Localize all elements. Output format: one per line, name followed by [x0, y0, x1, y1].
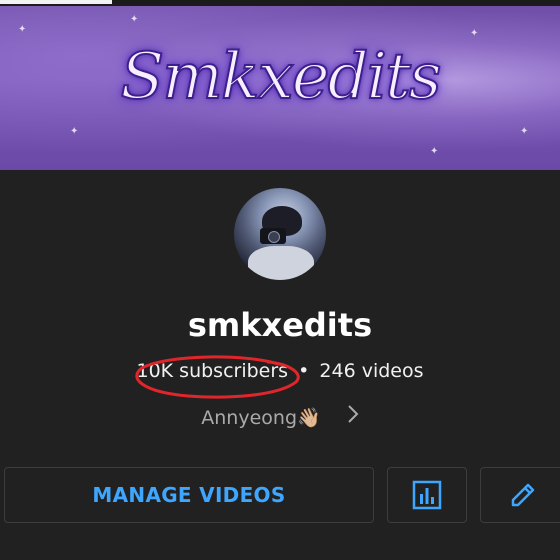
loading-progress-bar [0, 0, 112, 4]
banner-logo-text: Smkxedits [119, 39, 442, 115]
channel-stats: 10K subscribers • 246 videos [0, 360, 560, 382]
manage-videos-label: MANAGE VIDEOS [92, 483, 286, 507]
bar-chart-icon [412, 480, 442, 510]
analytics-button[interactable] [387, 467, 467, 523]
sparkle-icon: ✦ [430, 146, 439, 157]
stats-separator: • [298, 360, 310, 382]
avatar-figure-body [248, 246, 314, 280]
sparkle-icon: ✦ [470, 28, 479, 39]
channel-name: smkxedits [187, 306, 373, 344]
manage-videos-button[interactable]: MANAGE VIDEOS [4, 467, 374, 523]
channel-description-row[interactable]: Annyeong👋🏼 [0, 404, 560, 429]
sparkle-icon: ✦ [130, 14, 139, 25]
sparkle-icon: ✦ [18, 24, 27, 35]
sparkle-icon: ✦ [70, 126, 79, 137]
pencil-icon [511, 483, 534, 507]
subscriber-count: 10K subscribers [136, 360, 289, 382]
camera-icon [260, 228, 286, 244]
video-count: 246 videos [319, 360, 424, 382]
channel-description: Annyeong👋🏼 [201, 407, 321, 429]
chevron-right-icon[interactable] [347, 404, 359, 429]
sparkle-icon: ✦ [520, 126, 529, 137]
channel-banner: ✦ ✦ ✦ ✦ ✦ ✦ Smkxedits [0, 6, 560, 170]
edit-channel-button[interactable] [480, 467, 560, 523]
channel-avatar[interactable] [234, 188, 326, 280]
